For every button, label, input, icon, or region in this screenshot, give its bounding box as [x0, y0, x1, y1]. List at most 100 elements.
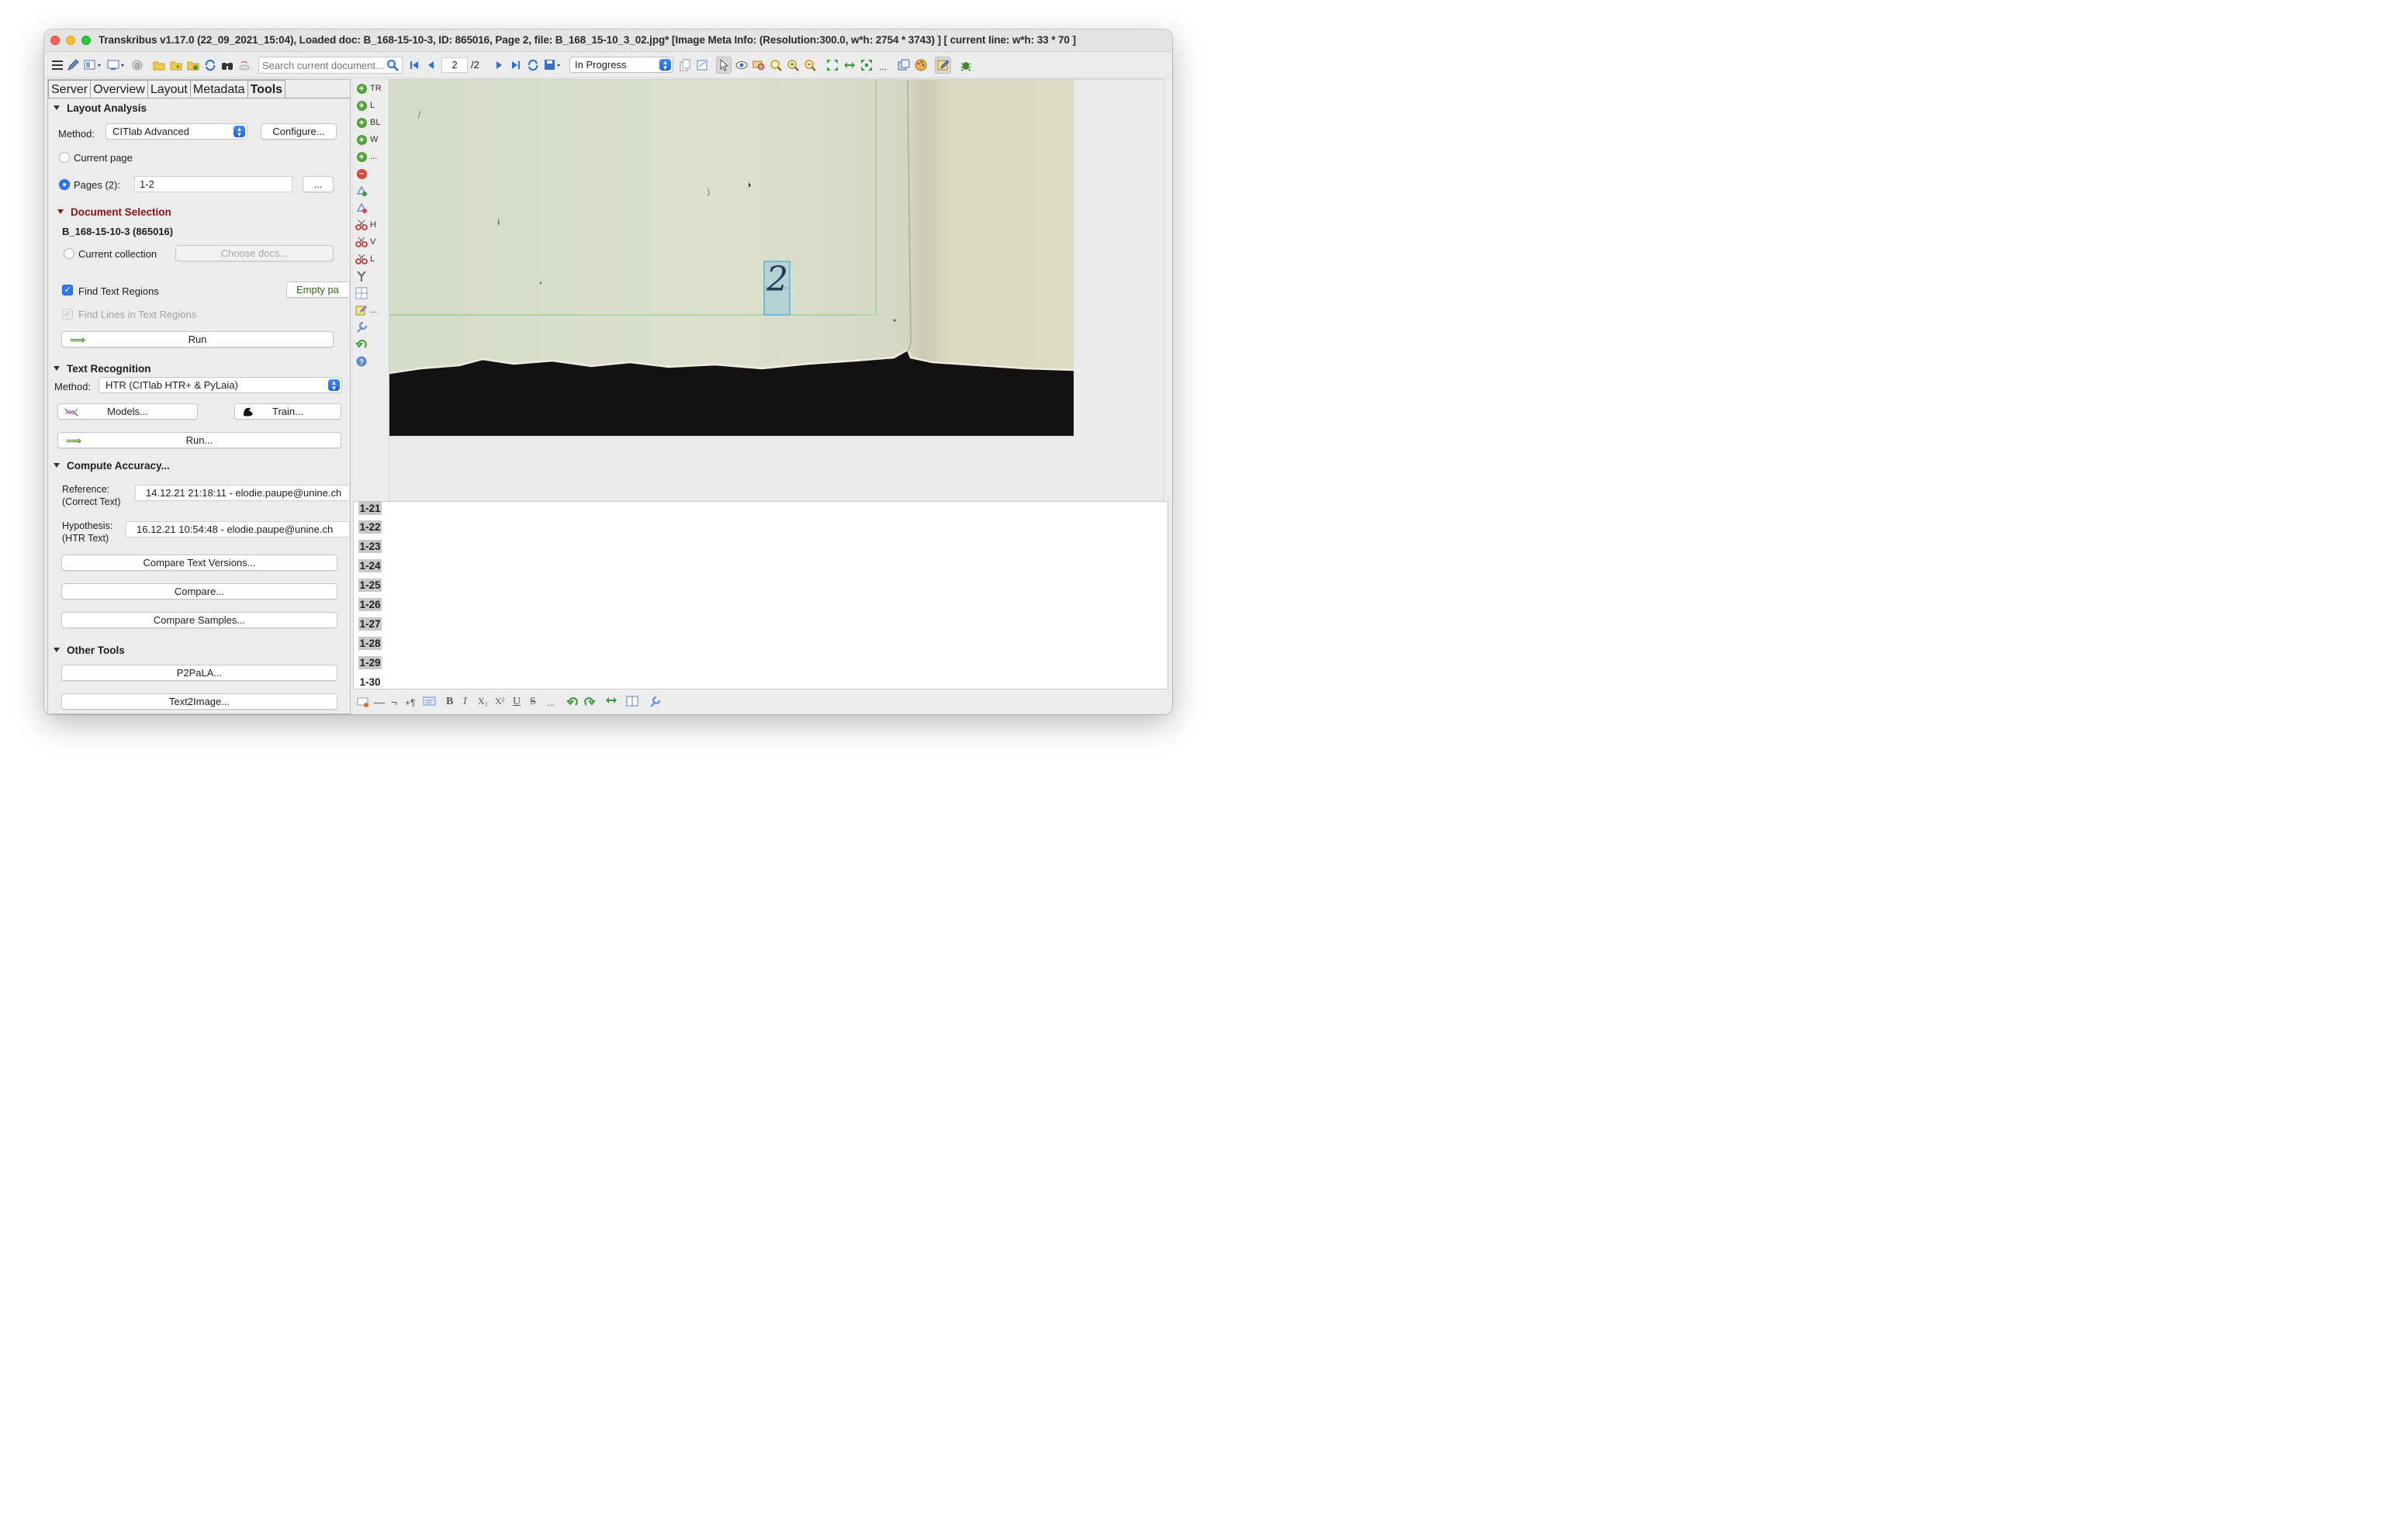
reload-icon[interactable]: [526, 58, 540, 72]
insert-dash-button[interactable]: —: [374, 696, 385, 708]
remove-point-tool[interactable]: [355, 201, 386, 215]
wrench-icon[interactable]: [649, 696, 661, 712]
zoom-out-icon[interactable]: [803, 58, 817, 72]
document-image[interactable]: 2: [389, 80, 1074, 436]
more-tools[interactable]: ...: [876, 60, 890, 74]
reference-select[interactable]: 14.12.21 21:18:11 - elodie.paupe@unine.c…: [135, 485, 348, 501]
search-icon[interactable]: [386, 58, 400, 72]
current-page-radio[interactable]: [59, 152, 70, 163]
eye-icon[interactable]: [735, 58, 749, 72]
previous-page-icon[interactable]: [424, 58, 438, 72]
add-more-tool[interactable]: +...: [355, 150, 386, 164]
htr-run-button[interactable]: ⟹ Run...: [57, 432, 341, 448]
subscript-button[interactable]: X₂: [478, 696, 488, 707]
strikethrough-button[interactable]: S: [530, 696, 536, 708]
add-point-tool[interactable]: [355, 184, 386, 198]
redo-icon[interactable]: [583, 696, 596, 712]
pages-radio[interactable]: [59, 179, 70, 190]
more-formatting-button[interactable]: ...: [547, 697, 555, 708]
tab-tools[interactable]: Tools: [247, 80, 286, 98]
tab-metadata[interactable]: Metadata: [189, 80, 248, 98]
document-selection-section[interactable]: Document Selection: [57, 206, 171, 218]
fit-width-icon[interactable]: [842, 58, 856, 72]
add-word-tool[interactable]: + W: [355, 133, 386, 147]
coffee-icon[interactable]: [237, 58, 251, 72]
undo-icon[interactable]: [566, 696, 579, 712]
split-view-icon[interactable]: [626, 696, 638, 710]
compute-accuracy-section[interactable]: Compute Accuracy...: [54, 460, 170, 472]
merge-tool[interactable]: [355, 269, 386, 283]
transcription-editor[interactable]: 1-21 1-22 1-23 1-24 1-25 1-26 1-27 1-28 …: [353, 501, 1168, 689]
la-method-select[interactable]: CITlab Advanced ▲ ▼: [106, 123, 247, 140]
compare-text-versions-button[interactable]: Compare Text Versions...: [61, 555, 337, 571]
compare-button[interactable]: Compare...: [61, 583, 337, 600]
hypothesis-select[interactable]: 16.12.21 10:54:48 - elodie.paupe@unine.c…: [126, 521, 348, 537]
underline-button[interactable]: U: [513, 696, 521, 708]
models-button[interactable]: Models...: [57, 403, 198, 420]
last-page-icon[interactable]: [509, 58, 523, 72]
export-folder-icon[interactable]: [186, 58, 200, 72]
split-line-tool[interactable]: L: [355, 252, 386, 266]
palette-icon[interactable]: [914, 58, 928, 72]
htr-method-select[interactable]: HTR (CITlab HTR+ & PyLaia) ▲ ▼: [99, 377, 342, 393]
tab-server[interactable]: Server: [48, 80, 92, 98]
binoculars-icon[interactable]: [220, 58, 234, 72]
table-tool[interactable]: [355, 286, 386, 300]
empty-page-button[interactable]: Empty pa: [286, 282, 348, 298]
tab-overview[interactable]: Overview: [90, 80, 148, 98]
add-baseline-tool[interactable]: + BL: [355, 116, 386, 130]
view-menu-icon[interactable]: [83, 58, 103, 72]
search-input[interactable]: [258, 57, 403, 74]
save-icon[interactable]: [543, 58, 563, 72]
copy-page-icon[interactable]: [678, 58, 692, 72]
choose-docs-button[interactable]: Choose docs...: [175, 245, 334, 261]
page-number-input[interactable]: 2: [441, 57, 468, 73]
open-folder-icon[interactable]: [152, 58, 166, 72]
bug-icon[interactable]: [959, 58, 973, 72]
other-tools-section[interactable]: Other Tools: [54, 645, 125, 656]
zoom-fit-icon[interactable]: [769, 58, 783, 72]
display-menu-icon[interactable]: [106, 58, 126, 72]
add-text-region-tool[interactable]: + TR: [355, 81, 386, 95]
image-layers-icon[interactable]: [897, 58, 911, 72]
current-collection-radio[interactable]: [64, 248, 74, 259]
fit-height-icon[interactable]: [860, 58, 874, 72]
find-text-regions-checkbox[interactable]: ✓: [62, 285, 73, 295]
insert-pilcrow-button[interactable]: +¶: [405, 697, 415, 708]
settings-tool[interactable]: [355, 320, 386, 334]
close-window-button[interactable]: [50, 36, 60, 45]
zoom-in-icon[interactable]: [786, 58, 800, 72]
add-line-tool[interactable]: + L: [355, 98, 386, 112]
maximize-window-button[interactable]: [81, 36, 91, 45]
minimize-window-button[interactable]: [66, 36, 75, 45]
image-canvas[interactable]: 2: [389, 79, 1164, 526]
virtual-keyboard-icon[interactable]: [357, 696, 369, 711]
menu-icon[interactable]: [50, 58, 64, 72]
fit-page-icon[interactable]: [825, 58, 839, 72]
show-tags-icon[interactable]: [423, 696, 437, 710]
first-page-icon[interactable]: [407, 58, 421, 72]
compare-samples-button[interactable]: Compare Samples...: [61, 612, 337, 628]
pen-icon[interactable]: [66, 58, 80, 72]
insert-not-sign-button[interactable]: ¬: [391, 696, 397, 708]
pages-picker-button[interactable]: ...: [303, 176, 334, 192]
edit-shape-tool[interactable]: ...: [355, 303, 386, 317]
la-run-button[interactable]: ⟹ Run: [61, 331, 334, 347]
configure-button[interactable]: Configure...: [261, 123, 337, 140]
undo-tool[interactable]: [355, 337, 386, 351]
help-tool[interactable]: ?: [355, 354, 386, 368]
p2pala-button[interactable]: P2PaLA...: [61, 665, 337, 681]
text-recognition-section[interactable]: Text Recognition: [54, 363, 151, 375]
layout-analysis-section[interactable]: Layout Analysis: [54, 102, 147, 114]
overlay-icon[interactable]: [752, 58, 766, 72]
superscript-button[interactable]: X²: [495, 696, 504, 707]
italic-button[interactable]: I: [463, 696, 467, 708]
remove-shape-tool[interactable]: –: [355, 167, 386, 181]
edit-text-icon[interactable]: [935, 57, 951, 74]
next-page-icon[interactable]: [492, 58, 506, 72]
import-folder-icon[interactable]: [169, 58, 183, 72]
train-button[interactable]: Train...: [234, 403, 341, 420]
page-layout-icon[interactable]: [695, 58, 709, 72]
bold-button[interactable]: B: [446, 696, 453, 708]
tab-layout[interactable]: Layout: [147, 80, 191, 98]
